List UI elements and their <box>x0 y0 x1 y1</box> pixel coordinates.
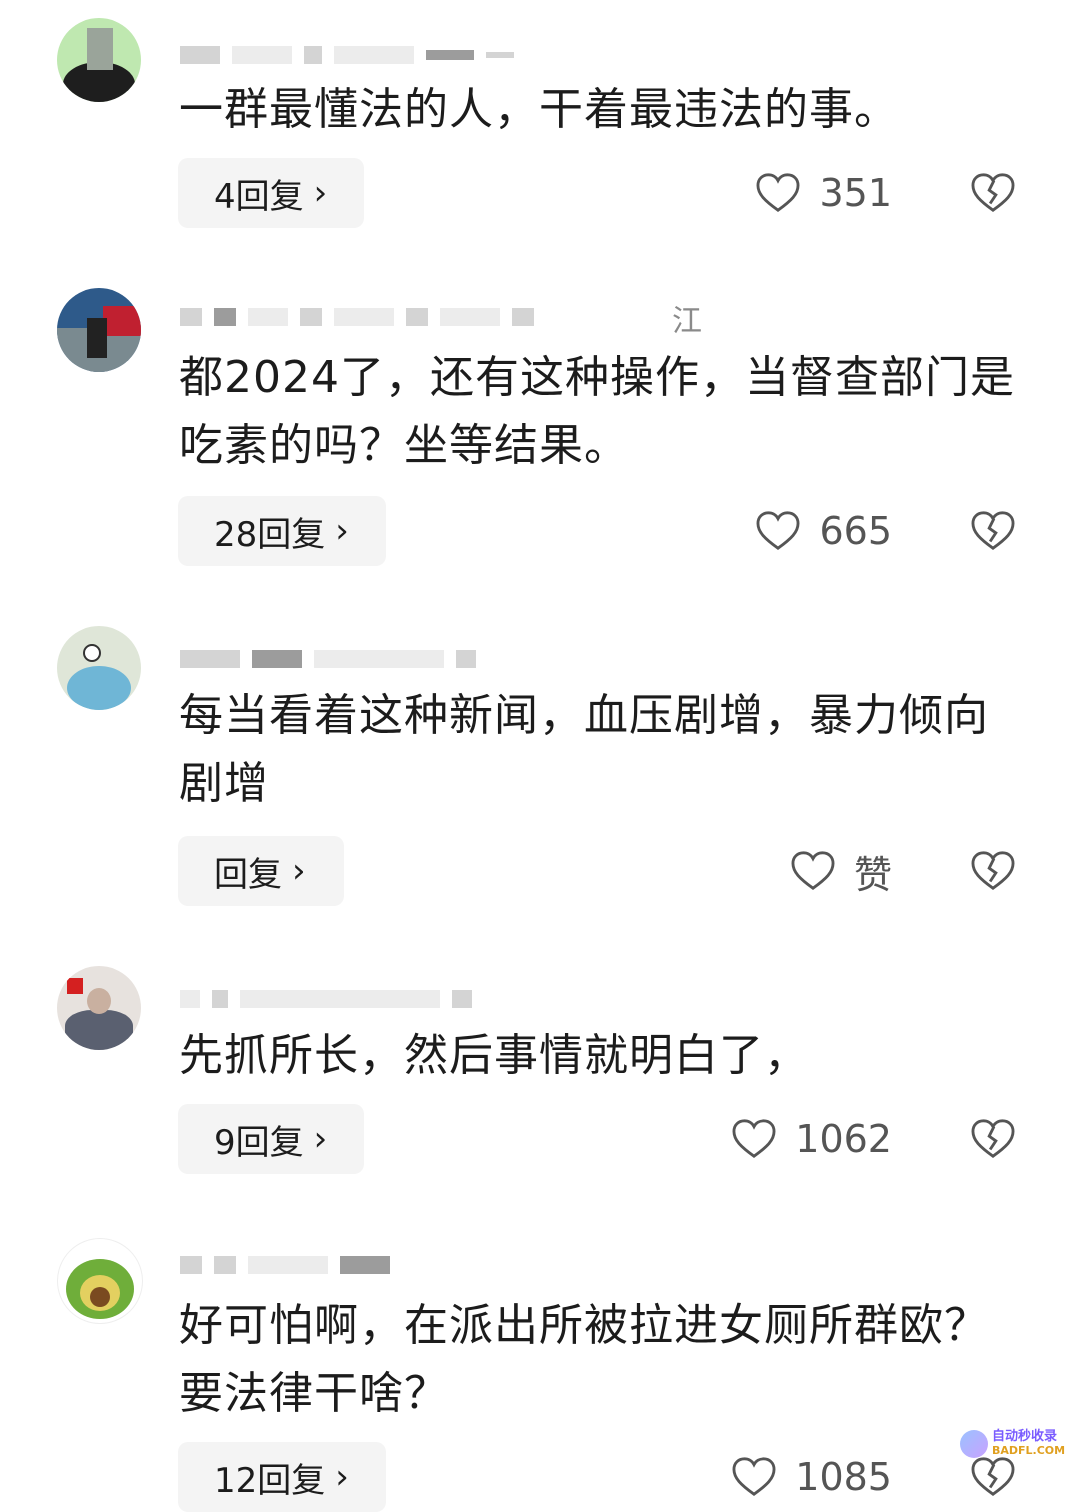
reply-button[interactable]: 12回复 › <box>178 1442 386 1512</box>
dislike-button[interactable] <box>970 836 1016 906</box>
chevron-right-icon: › <box>313 173 328 213</box>
heart-outline-icon <box>756 173 800 212</box>
dislike-button[interactable] <box>970 496 1016 566</box>
chevron-right-icon: › <box>292 851 306 891</box>
username-redacted[interactable] <box>180 648 476 670</box>
reply-button[interactable]: 28回复 › <box>178 496 386 566</box>
watermark-line2: BADFL.COM <box>992 1444 1066 1457</box>
like-button[interactable]: 1062 <box>731 1104 892 1174</box>
avatar[interactable] <box>57 626 141 710</box>
chevron-right-icon: › <box>313 1119 328 1159</box>
username-redacted[interactable] <box>180 1254 390 1276</box>
comment-text: 都2024了，还有这种操作，当督查部门是吃素的吗？坐等结果。 <box>179 352 1015 471</box>
chevron-right-icon: › <box>335 511 349 551</box>
like-button[interactable]: 1085 <box>731 1442 892 1512</box>
like-button[interactable]: 351 <box>755 158 892 228</box>
heart-outline-icon <box>732 1119 776 1158</box>
watermark-text: 自动秒收录 BADFL.COM <box>992 1430 1065 1458</box>
like-count: 665 <box>819 509 892 553</box>
broken-heart-icon <box>971 1119 1015 1158</box>
comment-text: 好可怕啊，在派出所被拉进女厕所群欧？要法律干啥？ <box>179 1300 989 1419</box>
reply-label: 4回复 <box>214 176 304 217</box>
broken-heart-icon <box>971 173 1015 212</box>
comment-text: 先抓所长，然后事情就明白了， <box>179 1030 809 1081</box>
like-count: 赞 <box>853 852 892 897</box>
watermark-line1: 自动秒收录 <box>992 1429 1058 1444</box>
reply-label: 9回复 <box>214 1122 304 1163</box>
like-button[interactable]: 赞 <box>790 836 892 906</box>
reply-button[interactable]: 9回复 › <box>178 1104 364 1174</box>
reply-button[interactable]: 4回复 › <box>178 158 364 228</box>
dislike-button[interactable] <box>970 158 1016 228</box>
heart-outline-icon <box>732 1457 776 1496</box>
heart-outline-icon <box>756 511 800 550</box>
chevron-right-icon: › <box>335 1457 349 1497</box>
broken-heart-icon <box>971 851 1015 890</box>
username-redacted[interactable] <box>180 306 534 328</box>
watermark-logo-icon <box>960 1430 988 1458</box>
reply-label: 28回复 <box>214 514 326 555</box>
avatar[interactable] <box>57 288 141 372</box>
avatar[interactable] <box>57 18 141 102</box>
heart-outline-icon <box>791 851 835 890</box>
avatar[interactable] <box>57 966 141 1050</box>
username-redacted[interactable] <box>180 44 514 66</box>
avatar[interactable] <box>57 1238 143 1324</box>
reply-label: 回复 <box>214 854 282 895</box>
like-button[interactable]: 665 <box>755 496 892 566</box>
location-text: 江 <box>672 304 702 339</box>
reply-label: 12回复 <box>214 1460 326 1501</box>
watermark: 自动秒收录 BADFL.COM <box>960 1430 1065 1458</box>
like-count: 1085 <box>795 1455 892 1499</box>
like-count: 351 <box>819 171 892 215</box>
dislike-button[interactable] <box>970 1104 1016 1174</box>
comment-text: 每当看着这种新闻，血压剧增，暴力倾向剧增 <box>179 690 989 809</box>
comment-text: 一群最懂法的人，干着最违法的事。 <box>179 84 899 135</box>
broken-heart-icon <box>971 511 1015 550</box>
username-redacted[interactable] <box>180 988 472 1010</box>
like-count: 1062 <box>795 1117 892 1161</box>
broken-heart-icon <box>971 1457 1015 1496</box>
reply-button[interactable]: 回复 › <box>178 836 344 906</box>
